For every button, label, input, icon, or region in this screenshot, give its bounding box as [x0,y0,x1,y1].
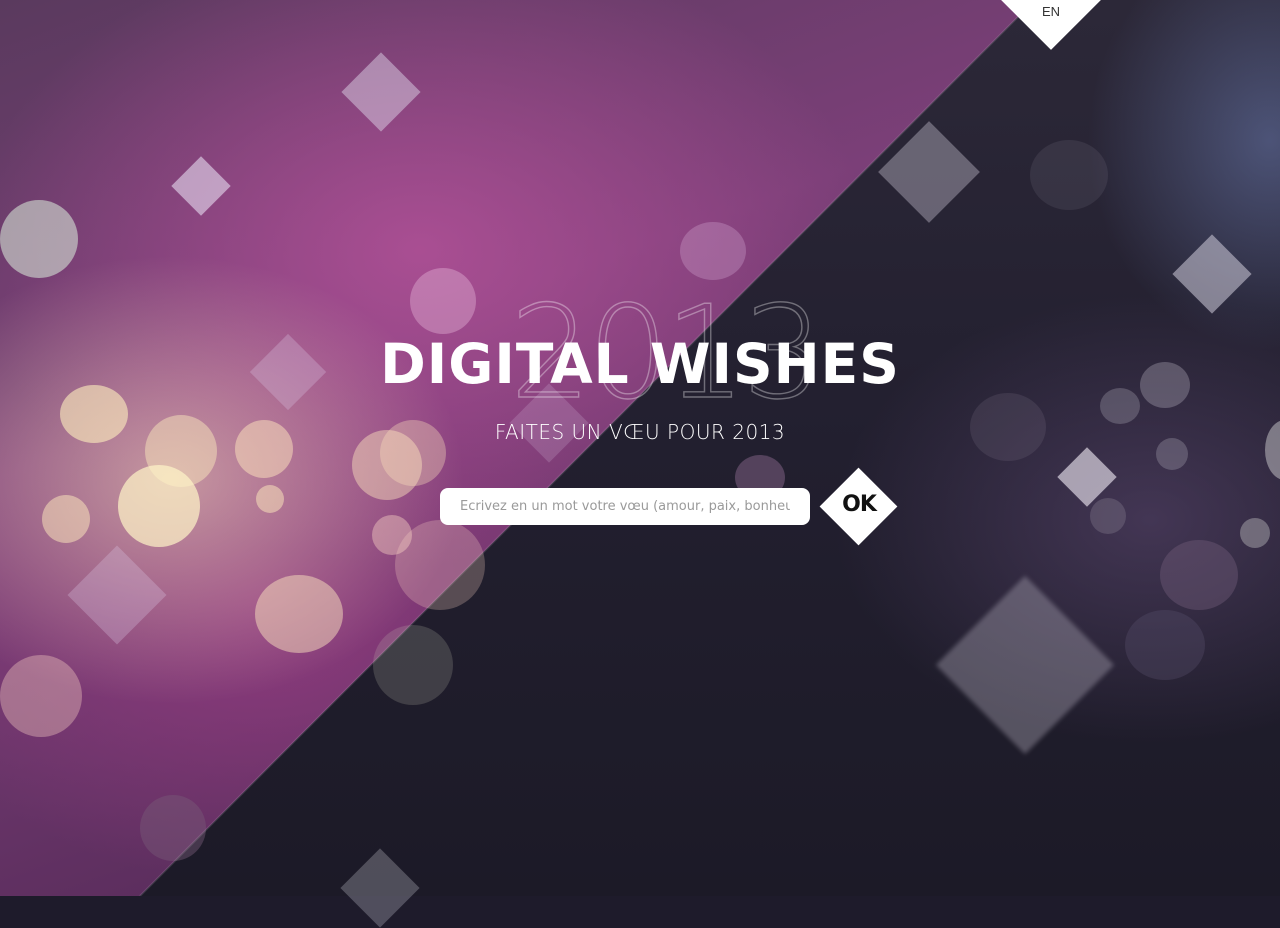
page-title: DIGITAL WISHES [380,332,900,396]
language-switch-en[interactable]: EN [1030,4,1072,19]
wish-input[interactable] [440,488,810,525]
ok-button-label[interactable]: OK [826,492,892,517]
page-subtitle: FAITES UN VŒU POUR 2013 [494,420,786,444]
